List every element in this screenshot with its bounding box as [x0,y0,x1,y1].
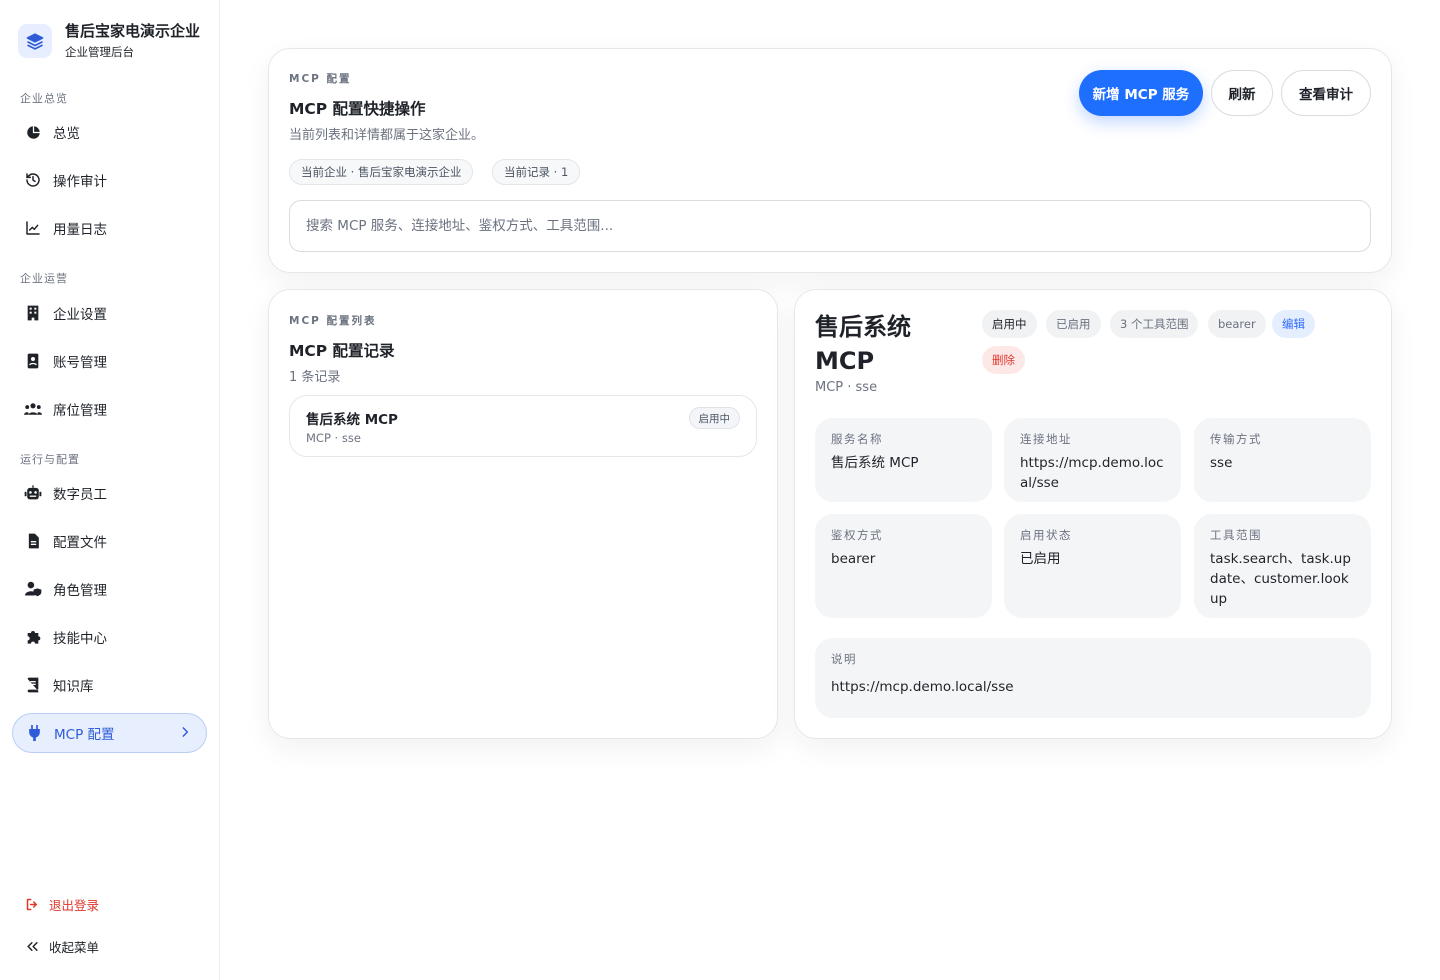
sidebar-item-seats[interactable]: 席位管理 [12,389,207,429]
sidebar-item-mcp[interactable]: MCP 配置 [12,713,207,753]
quick-actions-description: 当前列表和详情都属于这家企业。 [289,128,485,143]
sidebar-item-roles[interactable]: 角色管理 [12,569,207,609]
sidebar-item-label: MCP 配置 [54,727,115,743]
sidebar-item-settings[interactable]: 企业设置 [12,293,207,333]
mcp-list-card: MCP 配置列表 MCP 配置记录 1 条记录 售后系统 MCP MCP · s… [268,289,778,739]
current-record-count-chip: 当前记录 · 1 [492,159,581,185]
field-value: 已启用 [1020,551,1061,567]
sidebar-item-overview[interactable]: 总览 [12,112,207,152]
collapse-menu-button[interactable]: 收起菜单 [24,937,99,956]
history-icon [24,171,42,189]
quick-actions-eyebrow: MCP 配置 [289,73,352,85]
users-icon [24,400,42,418]
section-title-operations: 企业运营 [20,272,68,285]
pie-chart-icon [24,123,42,141]
sidebar-item-label: 用量日志 [53,222,107,238]
field-description: 说明 https://mcp.demo.local/sse [815,638,1371,718]
edit-button[interactable]: 编辑 [1272,310,1315,338]
sidebar-item-label: 总览 [53,126,80,142]
sidebar-item-label: 企业设置 [53,307,107,323]
sidebar-item-knowledge[interactable]: 知识库 [12,665,207,705]
status-tag-enabled: 已启用 [1046,310,1101,338]
field-value: sse [1210,455,1233,471]
collapse-menu-label: 收起菜单 [49,940,100,955]
section-title-runtime: 运行与配置 [20,453,80,466]
brand-subtitle: 企业管理后台 [65,45,134,59]
user-shield-icon [24,580,42,598]
field-label: 工具范围 [1210,528,1262,542]
puzzle-icon [24,628,42,646]
field-auth-method: 鉴权方式 bearer [815,514,992,618]
section-title-overview: 企业总览 [20,92,68,105]
detail-subtitle: MCP · sse [815,380,878,395]
chevron-right-icon [178,725,192,743]
status-tag-running: 启用中 [982,310,1037,338]
add-mcp-service-button[interactable]: 新增 MCP 服务 [1079,70,1203,116]
field-value: 售后系统 MCP [831,455,919,471]
chevrons-left-icon [24,939,40,955]
field-value: https://mcp.demo.local/sse [1020,455,1164,491]
sidebar-item-label: 数字员工 [53,487,107,503]
building-icon [24,304,42,322]
mcp-list-count: 1 条记录 [289,370,341,385]
quick-actions-card: MCP 配置 MCP 配置快捷操作 当前列表和详情都属于这家企业。 当前企业 ·… [268,48,1392,273]
logout-button[interactable]: 退出登录 [24,895,99,914]
refresh-button[interactable]: 刷新 [1211,70,1273,116]
id-card-icon [24,352,42,370]
logout-icon [24,897,40,913]
sidebar: 售后宝家电演示企业 企业管理后台 企业总览 总览 操作审计 用量日志 企业运营 … [0,0,220,980]
field-label: 服务名称 [831,432,883,446]
field-label: 传输方式 [1210,432,1262,446]
quick-actions-title: MCP 配置快捷操作 [289,100,426,118]
field-label: 启用状态 [1020,528,1072,542]
sidebar-item-label: 技能中心 [53,631,107,647]
list-item-name: 售后系统 MCP [306,412,398,428]
sidebar-item-label: 席位管理 [53,403,107,419]
sidebar-item-label: 角色管理 [53,583,107,599]
sidebar-item-label: 操作审计 [53,174,107,190]
robot-icon [24,484,42,502]
mcp-list-eyebrow: MCP 配置列表 [289,315,377,327]
list-item[interactable]: 售后系统 MCP MCP · sse 启用中 [289,395,757,457]
file-icon [24,532,42,550]
sidebar-item-audit[interactable]: 操作审计 [12,160,207,200]
tool-scope-tag: 3 个工具范围 [1110,310,1199,338]
sidebar-item-label: 配置文件 [53,535,107,551]
book-icon [24,676,42,694]
sidebar-item-label: 账号管理 [53,355,107,371]
sidebar-item-digital-staff[interactable]: 数字员工 [12,473,207,513]
layers-icon [18,23,52,58]
line-chart-icon [24,219,42,237]
field-value: task.search、task.update、customer.lookup [1210,551,1351,607]
brand-name: 售后宝家电演示企业 [65,22,201,40]
field-connection-url: 连接地址 https://mcp.demo.local/sse [1004,418,1181,502]
sidebar-item-accounts[interactable]: 账号管理 [12,341,207,381]
delete-button[interactable]: 删除 [982,346,1025,374]
logout-label: 退出登录 [49,898,100,913]
detail-title: 售后系统 MCP [815,313,911,375]
auth-tag: bearer [1208,310,1266,338]
sidebar-item-skills[interactable]: 技能中心 [12,617,207,657]
search-input[interactable] [289,200,1371,252]
status-badge: 启用中 [688,407,740,429]
mcp-list-title: MCP 配置记录 [289,342,395,360]
field-enable-status: 启用状态 已启用 [1004,514,1181,618]
view-audit-button[interactable]: 查看审计 [1281,70,1371,116]
sidebar-item-label: 知识库 [53,679,94,695]
field-label: 说明 [831,652,857,666]
field-label: 连接地址 [1020,432,1072,446]
current-company-chip: 当前企业 · 售后宝家电演示企业 [289,159,474,185]
sidebar-item-config-files[interactable]: 配置文件 [12,521,207,561]
list-item-meta: MCP · sse [306,431,361,445]
field-service-name: 服务名称 售后系统 MCP [815,418,992,502]
field-transport: 传输方式 sse [1194,418,1371,502]
field-label: 鉴权方式 [831,528,883,542]
sidebar-item-usage[interactable]: 用量日志 [12,208,207,248]
brand: 售后宝家电演示企业 企业管理后台 [18,22,200,59]
field-value: https://mcp.demo.local/sse [831,679,1014,695]
mcp-detail-card: 售后系统 MCP MCP · sse 启用中 已启用 3 个工具范围 beare… [794,289,1392,739]
field-value: bearer [831,551,876,567]
plug-icon [25,724,43,742]
field-tool-scope: 工具范围 task.search、task.update、customer.lo… [1194,514,1371,618]
